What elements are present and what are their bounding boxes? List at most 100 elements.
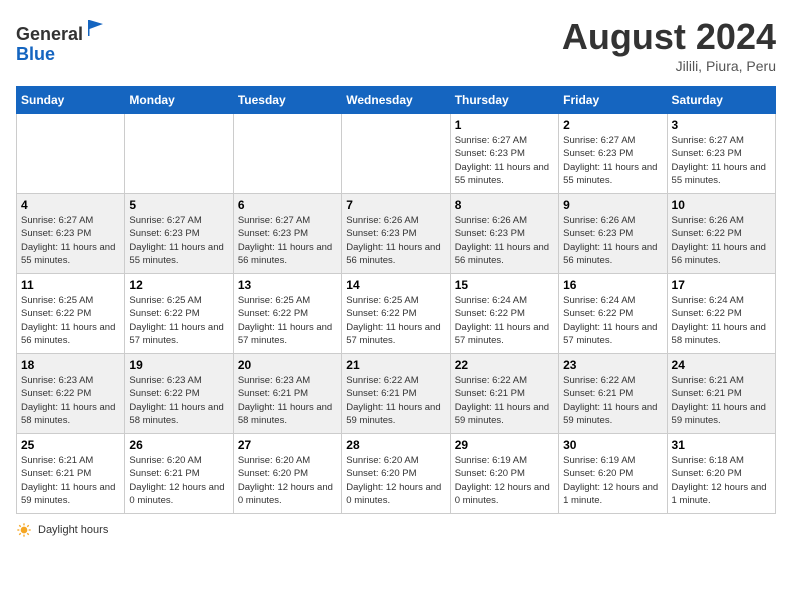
day-info: Sunrise: 6:25 AM Sunset: 6:22 PM Dayligh…: [21, 294, 120, 347]
day-number: 31: [672, 438, 771, 452]
day-info: Sunrise: 6:27 AM Sunset: 6:23 PM Dayligh…: [238, 214, 337, 267]
logo-flag-icon: [85, 16, 109, 40]
day-number: 22: [455, 358, 554, 372]
day-header-sunday: Sunday: [17, 87, 125, 114]
month-year-title: August 2024: [562, 16, 776, 58]
calendar-cell: 22Sunrise: 6:22 AM Sunset: 6:21 PM Dayli…: [450, 354, 558, 434]
day-number: 17: [672, 278, 771, 292]
location-subtitle: Jilili, Piura, Peru: [562, 58, 776, 74]
calendar-cell: 1 Sunrise: 6:27 AM Sunset: 6:23 PM Daylig…: [450, 114, 558, 194]
calendar-cell: 26 Sunrise: 6:20 AM Sunset: 6:21 PM Dayli…: [125, 434, 233, 514]
day-info: Sunrise: 6:19 AM Sunset: 6:20 PM Dayligh…: [455, 454, 554, 507]
day-info: Sunrise: 6:27 AM Sunset: 6:23 PM Dayligh…: [563, 134, 662, 187]
sun-icon: [16, 522, 32, 538]
day-header-friday: Friday: [559, 87, 667, 114]
logo: General Blue: [16, 16, 109, 65]
day-number: 3: [672, 118, 771, 132]
logo-blue: Blue: [16, 44, 55, 64]
day-number: 19: [129, 358, 228, 372]
day-number: 29: [455, 438, 554, 452]
calendar-cell: 30 Sunrise: 6:19 AM Sunset: 6:20 PM Dayli…: [559, 434, 667, 514]
calendar-week-row: 25Sunrise: 6:21 AM Sunset: 6:21 PM Dayli…: [17, 434, 776, 514]
day-number: 7: [346, 198, 445, 212]
calendar-week-row: 1 Sunrise: 6:27 AM Sunset: 6:23 PM Daylig…: [17, 114, 776, 194]
day-number: 13: [238, 278, 337, 292]
calendar-cell: 13 Sunrise: 6:25 AM Sunset: 6:22 PM Dayli…: [233, 274, 341, 354]
day-info: Sunrise: 6:26 AM Sunset: 6:23 PM Dayligh…: [563, 214, 662, 267]
calendar-cell: 18 Sunrise: 6:23 AM Sunset: 6:22 PM Dayli…: [17, 354, 125, 434]
day-info: Sunrise: 6:22 AM Sunset: 6:21 PM Dayligh…: [563, 374, 662, 427]
calendar-cell: 21Sunrise: 6:22 AM Sunset: 6:21 PM Dayli…: [342, 354, 450, 434]
calendar-cell: 12Sunrise: 6:25 AM Sunset: 6:22 PM Dayli…: [125, 274, 233, 354]
calendar-cell: 15Sunrise: 6:24 AM Sunset: 6:22 PM Dayli…: [450, 274, 558, 354]
day-number: 12: [129, 278, 228, 292]
day-number: 24: [672, 358, 771, 372]
day-number: 1: [455, 118, 554, 132]
day-info: Sunrise: 6:27 AM Sunset: 6:23 PM Dayligh…: [129, 214, 228, 267]
calendar-cell: 25Sunrise: 6:21 AM Sunset: 6:21 PM Dayli…: [17, 434, 125, 514]
day-info: Sunrise: 6:23 AM Sunset: 6:22 PM Dayligh…: [21, 374, 120, 427]
day-info: Sunrise: 6:27 AM Sunset: 6:23 PM Dayligh…: [672, 134, 771, 187]
page-header: General Blue August 2024 Jilili, Piura, …: [16, 16, 776, 74]
day-info: Sunrise: 6:27 AM Sunset: 6:23 PM Dayligh…: [455, 134, 554, 187]
calendar-cell: 4 Sunrise: 6:27 AM Sunset: 6:23 PM Daylig…: [17, 194, 125, 274]
calendar-cell: [342, 114, 450, 194]
day-number: 11: [21, 278, 120, 292]
calendar-cell: 19Sunrise: 6:23 AM Sunset: 6:22 PM Dayli…: [125, 354, 233, 434]
day-info: Sunrise: 6:20 AM Sunset: 6:21 PM Dayligh…: [129, 454, 228, 507]
calendar-cell: 3 Sunrise: 6:27 AM Sunset: 6:23 PM Daylig…: [667, 114, 775, 194]
calendar-cell: 27 Sunrise: 6:20 AM Sunset: 6:20 PM Dayli…: [233, 434, 341, 514]
calendar-week-row: 18 Sunrise: 6:23 AM Sunset: 6:22 PM Dayli…: [17, 354, 776, 434]
day-info: Sunrise: 6:23 AM Sunset: 6:21 PM Dayligh…: [238, 374, 337, 427]
day-number: 6: [238, 198, 337, 212]
title-block: August 2024 Jilili, Piura, Peru: [562, 16, 776, 74]
day-number: 14: [346, 278, 445, 292]
calendar-cell: 20Sunrise: 6:23 AM Sunset: 6:21 PM Dayli…: [233, 354, 341, 434]
day-info: Sunrise: 6:24 AM Sunset: 6:22 PM Dayligh…: [563, 294, 662, 347]
calendar-cell: 10 Sunrise: 6:26 AM Sunset: 6:22 PM Dayli…: [667, 194, 775, 274]
calendar-cell: 31 Sunrise: 6:18 AM Sunset: 6:20 PM Dayli…: [667, 434, 775, 514]
calendar-cell: 28 Sunrise: 6:20 AM Sunset: 6:20 PM Dayli…: [342, 434, 450, 514]
day-info: Sunrise: 6:21 AM Sunset: 6:21 PM Dayligh…: [672, 374, 771, 427]
footer: Daylight hours: [16, 522, 776, 538]
calendar-cell: 5 Sunrise: 6:27 AM Sunset: 6:23 PM Daylig…: [125, 194, 233, 274]
calendar-cell: 24 Sunrise: 6:21 AM Sunset: 6:21 PM Dayli…: [667, 354, 775, 434]
calendar-week-row: 11 Sunrise: 6:25 AM Sunset: 6:22 PM Dayli…: [17, 274, 776, 354]
calendar-cell: 7Sunrise: 6:26 AM Sunset: 6:23 PM Daylig…: [342, 194, 450, 274]
day-info: Sunrise: 6:20 AM Sunset: 6:20 PM Dayligh…: [238, 454, 337, 507]
day-number: 9: [563, 198, 662, 212]
day-number: 8: [455, 198, 554, 212]
calendar-week-row: 4 Sunrise: 6:27 AM Sunset: 6:23 PM Daylig…: [17, 194, 776, 274]
calendar-cell: 17Sunrise: 6:24 AM Sunset: 6:22 PM Dayli…: [667, 274, 775, 354]
calendar-cell: 2 Sunrise: 6:27 AM Sunset: 6:23 PM Daylig…: [559, 114, 667, 194]
day-number: 5: [129, 198, 228, 212]
day-info: Sunrise: 6:19 AM Sunset: 6:20 PM Dayligh…: [563, 454, 662, 507]
day-info: Sunrise: 6:25 AM Sunset: 6:22 PM Dayligh…: [238, 294, 337, 347]
day-info: Sunrise: 6:26 AM Sunset: 6:23 PM Dayligh…: [455, 214, 554, 267]
day-info: Sunrise: 6:27 AM Sunset: 6:23 PM Dayligh…: [21, 214, 120, 267]
calendar-cell: 6 Sunrise: 6:27 AM Sunset: 6:23 PM Daylig…: [233, 194, 341, 274]
day-number: 30: [563, 438, 662, 452]
day-number: 26: [129, 438, 228, 452]
calendar-cell: [17, 114, 125, 194]
calendar-cell: [233, 114, 341, 194]
calendar-cell: [125, 114, 233, 194]
day-info: Sunrise: 6:18 AM Sunset: 6:20 PM Dayligh…: [672, 454, 771, 507]
day-number: 4: [21, 198, 120, 212]
calendar-cell: 23Sunrise: 6:22 AM Sunset: 6:21 PM Dayli…: [559, 354, 667, 434]
day-number: 27: [238, 438, 337, 452]
day-number: 10: [672, 198, 771, 212]
calendar-header-row: SundayMondayTuesdayWednesdayThursdayFrid…: [17, 87, 776, 114]
day-info: Sunrise: 6:26 AM Sunset: 6:22 PM Dayligh…: [672, 214, 771, 267]
day-number: 18: [21, 358, 120, 372]
calendar-cell: 11 Sunrise: 6:25 AM Sunset: 6:22 PM Dayli…: [17, 274, 125, 354]
day-number: 28: [346, 438, 445, 452]
day-info: Sunrise: 6:20 AM Sunset: 6:20 PM Dayligh…: [346, 454, 445, 507]
day-number: 25: [21, 438, 120, 452]
logo-general: General: [16, 24, 83, 44]
day-info: Sunrise: 6:22 AM Sunset: 6:21 PM Dayligh…: [346, 374, 445, 427]
calendar-cell: 29 Sunrise: 6:19 AM Sunset: 6:20 PM Dayli…: [450, 434, 558, 514]
day-number: 15: [455, 278, 554, 292]
calendar-cell: 14Sunrise: 6:25 AM Sunset: 6:22 PM Dayli…: [342, 274, 450, 354]
day-number: 2: [563, 118, 662, 132]
